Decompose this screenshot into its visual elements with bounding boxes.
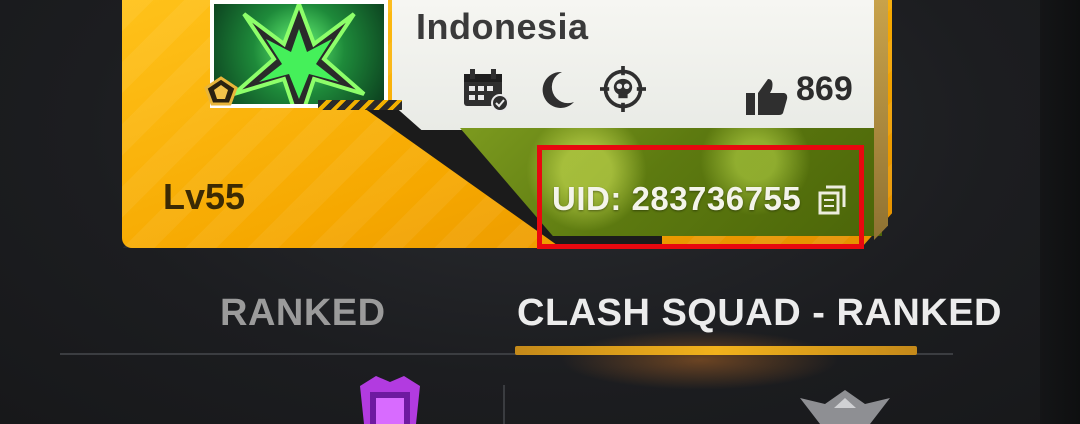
player-country: Indonesia: [416, 6, 589, 47]
thumbs-up-icon[interactable]: [744, 74, 790, 120]
column-divider: [503, 385, 505, 424]
silver-rank-badge-icon: [800, 390, 890, 424]
moon-icon[interactable]: [534, 66, 578, 112]
uid-highlight-box: [537, 145, 864, 249]
tab-clash-squad-ranked[interactable]: CLASH SQUAD - RANKED: [517, 292, 1002, 335]
gold-badge-icon: [204, 76, 238, 106]
player-level: Lv55: [163, 176, 246, 217]
card-edge-trim: [874, 0, 888, 240]
purple-rank-badge-icon: [360, 376, 420, 424]
tab-glow: [560, 330, 840, 390]
like-count: 869: [796, 70, 853, 108]
hazard-stripe: [318, 100, 402, 110]
calendar-icon[interactable]: [460, 66, 510, 112]
skull-crosshair-icon[interactable]: [598, 66, 648, 112]
active-tab-underline: [515, 346, 917, 355]
tab-ranked[interactable]: RANKED: [220, 292, 386, 335]
right-edge-panel: [1040, 0, 1080, 424]
green-x-emblem-icon: [214, 4, 384, 104]
